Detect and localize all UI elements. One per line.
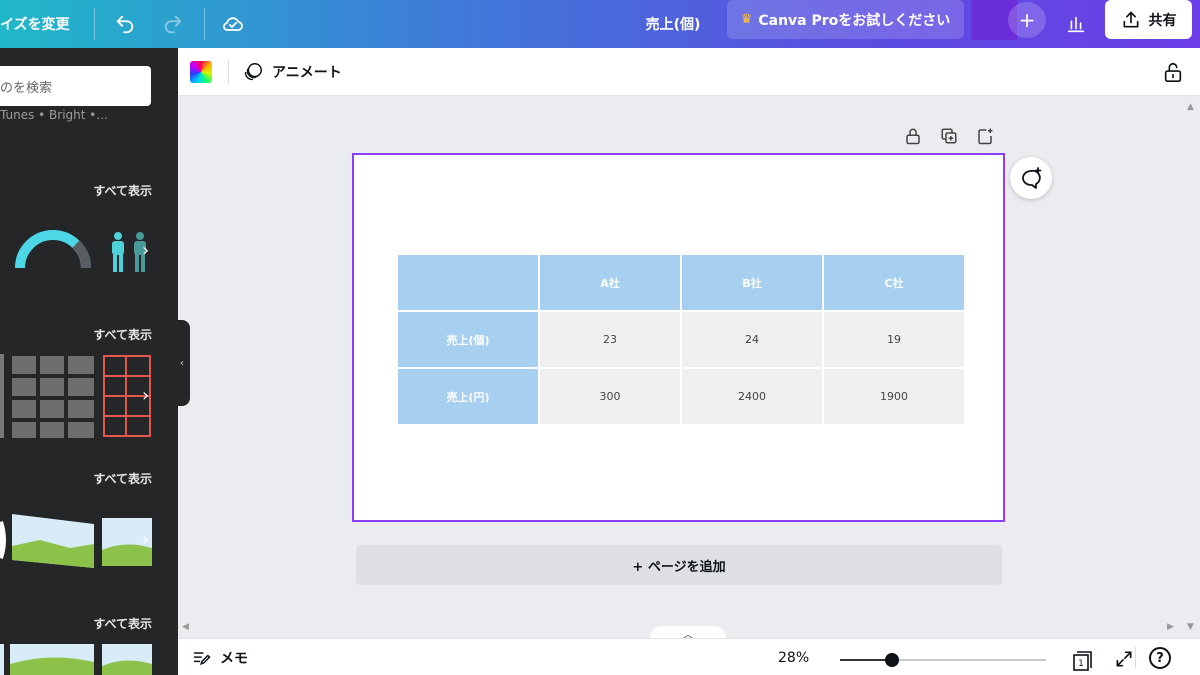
notes-label: メモ [220,650,248,667]
share-button[interactable]: 共有 [1105,0,1192,39]
help-icon: ? [1156,650,1164,666]
divider [228,60,229,84]
crown-icon: ♛ [740,12,753,27]
photo-grid-thumbnails[interactable] [0,644,152,675]
top-bar: イズを変更 売上(個) ♛ Canva Proをお試しください + 共有 [0,0,1200,48]
table-cell[interactable]: 1900 [822,367,966,426]
upload-icon [1123,11,1138,27]
design-page[interactable]: A社 B社 C社 売上(個) 23 24 19 売上(円) 300 2400 1… [352,153,1005,522]
color-picker-button[interactable] [190,61,212,83]
table-header-cell[interactable]: A社 [538,253,682,312]
photo-frame-thumbnails[interactable] [0,510,152,572]
animate-label: アニメート [272,65,342,81]
animate-button[interactable]: アニメート [242,48,342,96]
scroll-down-icon[interactable]: ▼ [1187,622,1194,632]
help-button[interactable]: ? [1149,647,1171,669]
scroll-up-icon[interactable]: ▲ [1187,102,1194,112]
table-header-cell[interactable]: B社 [680,253,824,312]
page-tools [904,126,994,146]
lock-button[interactable] [1162,60,1184,88]
table-row: 売上(個) 23 24 19 [396,310,966,369]
add-collaborator-button[interactable]: + [1008,2,1046,38]
resize-button[interactable]: イズを変更 [0,0,80,48]
share-label: 共有 [1148,12,1177,29]
lock-page-icon[interactable] [904,126,922,146]
cloud-check-icon [223,17,243,31]
collapse-panel-button[interactable]: ‹ [174,320,190,406]
table-row-label[interactable]: 売上(個) [396,310,540,369]
insights-button[interactable] [1058,0,1094,48]
resize-label: イズを変更 [0,17,70,33]
lock-open-icon [1164,62,1182,82]
editor-toolbar: アニメート [178,48,1200,96]
table-row-label[interactable]: 売上(円) [396,367,540,426]
page-count: 1 [1078,659,1084,669]
save-status-button[interactable] [216,0,250,48]
table-cell[interactable]: 300 [538,367,682,426]
bottom-bar: メモ 28% 1 ? [178,638,1200,675]
chevron-right-icon[interactable]: › [142,240,149,261]
redo-icon [164,15,182,34]
table-row: 売上(円) 300 2400 1900 [396,367,966,426]
add-page-icon[interactable] [976,126,994,146]
chevron-left-icon: ‹ [180,357,184,369]
table-thumbnails[interactable] [0,354,152,438]
table-header-row: A社 B社 C社 [396,253,966,312]
animate-icon [244,63,262,81]
table-cell[interactable]: 23 [538,310,682,369]
search-suggestions: Tunes • Bright •... [0,108,108,122]
divider [94,8,95,40]
vertical-scrollbar[interactable]: ▲ ▼ [1182,98,1200,638]
zoom-level[interactable]: 28% [778,639,809,675]
document-title-text: 売上(個) [645,17,701,33]
try-pro-button[interactable]: ♛ Canva Proをお試しください [727,0,964,39]
add-page-button[interactable]: + ページを追加 [356,545,1002,585]
search-input[interactable]: のを検索 [0,66,151,106]
bar-chart-icon [1067,16,1085,33]
scroll-left-icon[interactable]: ◀ [182,622,189,632]
see-all-link[interactable]: すべて表示 [93,615,152,632]
plus-icon: + [1018,8,1036,32]
table-header-cell[interactable] [396,253,540,312]
scroll-right-icon[interactable]: ▶ [1167,622,1174,632]
table-cell[interactable]: 24 [680,310,824,369]
notes-icon [193,651,211,665]
expand-icon [1116,651,1132,667]
fullscreen-button[interactable] [1114,649,1134,673]
add-comment-button[interactable] [1010,157,1052,199]
zoom-slider-fill [840,659,892,661]
comment-add-icon [1022,167,1042,189]
redo-button[interactable] [156,0,190,48]
see-all-link[interactable]: すべて表示 [93,470,152,487]
divider [204,8,205,40]
pages-icon: 1 [1073,651,1092,671]
page-count-button[interactable]: 1 [1071,649,1095,675]
search-placeholder: のを検索 [0,80,53,96]
undo-icon [116,15,134,34]
document-title[interactable]: 売上(個) [628,0,718,48]
try-pro-label: Canva Proをお試しください [758,12,951,29]
notes-button[interactable]: メモ [192,639,248,675]
see-all-link[interactable]: すべて表示 [93,326,152,343]
chevron-right-icon[interactable]: › [142,385,149,406]
undo-button[interactable] [108,0,142,48]
divider [1135,647,1136,669]
add-page-label: + ページを追加 [632,559,726,575]
elements-panel: のを検索 Tunes • Bright •... すべて表示 › すべて表示 ›… [0,48,178,675]
table-cell[interactable]: 19 [822,310,966,369]
duplicate-page-icon[interactable] [940,126,958,146]
data-table[interactable]: A社 B社 C社 売上(個) 23 24 19 売上(円) 300 2400 1… [396,253,966,426]
zoom-slider-handle[interactable] [884,653,899,667]
table-header-cell[interactable]: C社 [822,253,966,312]
table-cell[interactable]: 2400 [680,367,824,426]
gauge-chart-thumbnail[interactable] [14,230,92,270]
see-all-link[interactable]: すべて表示 [93,182,152,199]
chevron-right-icon[interactable]: › [142,529,149,550]
